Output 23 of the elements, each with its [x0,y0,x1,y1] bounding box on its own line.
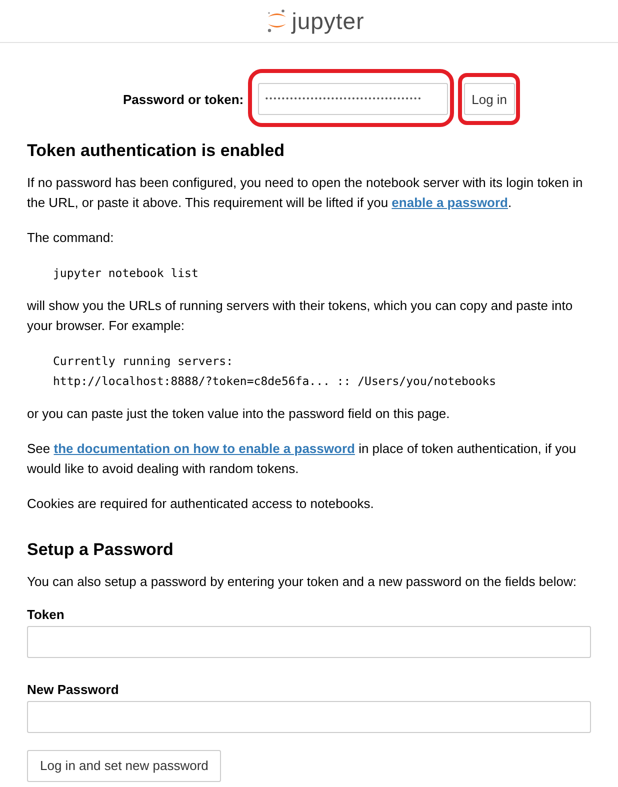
paragraph: or you can paste just the token value into the password field on this page. [27,405,451,423]
input-field[interactable] [27,626,591,658]
set-password-button[interactable]: Log in and set new password [27,750,222,782]
paragraph: The command: [27,229,115,247]
paragraph: You can also setup a password by entering your token and a new password on the fields below: [27,573,578,591]
code-line: http://localhost:8888/?token=c8de56fa... :: /Users/you/notebooks [53,373,498,390]
link[interactable]: the documentation on how to enable a password [54,441,355,456]
input-field[interactable] [27,701,591,733]
logo-text: jupyter [292,8,364,34]
field-label: New Password [27,682,120,697]
logo-icon [266,8,288,34]
field-label: Token [27,607,66,622]
section-heading: Setup a Password [27,540,174,560]
paragraph: If no password has been configured, you need to open the notebook server with its login token in the URL, or paste it above. This requirement will be lifted if you enable a password. [27,174,584,212]
link[interactable]: enable a password [392,195,508,210]
field-label: Password or token: [122,92,244,106]
login-button[interactable]: Log in [464,83,516,115]
paragraph: will show you the URLs of running servers with their tokens, which you can copy and paste into your browser. For example: [27,297,574,335]
paragraph: Cookies are required for authenticated access to notebooks. [27,495,375,513]
paragraph: See the documentation on how to enable a password in place of token authentication, if you would like to avoid dealing with random tokens. [27,440,578,478]
section-heading: Token authentication is enabled [27,141,286,161]
code-line: Currently running servers: [53,353,234,370]
code-line: jupyter notebook list [53,265,200,282]
